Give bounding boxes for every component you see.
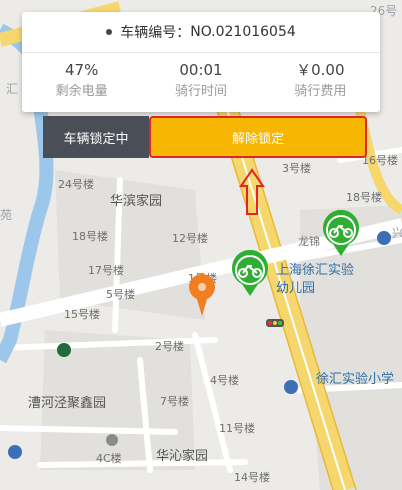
ride-time-value: 00:01: [179, 61, 223, 79]
user-location-pin: [189, 274, 215, 316]
ride-stats: 47% 剩余电量 00:01 骑行时间 ￥0.00 骑行费用: [22, 60, 380, 102]
map-label-huaqin: 华沁家园: [156, 449, 209, 464]
map-label-building-5: 5号楼: [106, 288, 135, 301]
map-label-kindergarten: 上海徐汇实验幼儿园: [276, 263, 355, 296]
ride-cost-label: 骑行费用: [294, 84, 347, 99]
map-label-building-14: 14号楼: [234, 471, 270, 484]
ride-time-label: 骑行时间: [174, 84, 227, 99]
battery-value: 47%: [64, 61, 99, 79]
bike-marker[interactable]: [228, 250, 272, 298]
bullet-icon: [106, 29, 113, 35]
map-label-building-24: 24号楼: [58, 178, 94, 191]
map-label-building-4: 4号楼: [210, 374, 239, 387]
map-label-building-16: 16号楼: [362, 154, 398, 167]
bike-id-prefix: 车辆编号：: [120, 25, 191, 41]
ride-cost-value: ￥0.00: [296, 61, 345, 79]
map-label-building-11: 11号楼: [219, 422, 255, 435]
map-label-road: 龙锦: [298, 235, 320, 248]
up-arrow-icon: [239, 168, 265, 215]
map-label-building-18-right: 18号楼: [346, 191, 382, 204]
bike-id-row: 车辆编号： NO.021016054: [22, 12, 380, 53]
lock-bar: 车辆锁定中 解除锁定: [43, 116, 367, 158]
map-label-edge-gui: 汇: [6, 82, 19, 96]
map-label-primary-school: 徐汇实验小学: [316, 372, 395, 387]
battery-stat: 47% 剩余电量: [22, 60, 141, 102]
map-label-edge-xing: 兴: [392, 226, 402, 240]
map-label-building-15: 15号楼: [64, 308, 100, 321]
lock-status-label: 车辆锁定中: [43, 116, 149, 158]
map-label-caohe: 漕河泾聚鑫园: [28, 396, 107, 411]
map-label-edge-yuan: 苑: [0, 208, 13, 222]
map-label-building-12: 12号楼: [172, 232, 208, 245]
map-label-building-4c: 4C楼: [96, 452, 122, 465]
map-label-building-7: 7号楼: [160, 395, 189, 408]
map-label-building-3: 3号楼: [282, 162, 311, 175]
bike-info-card: 车辆编号： NO.021016054 47% 剩余电量 00:01 骑行时间 ￥…: [22, 12, 380, 112]
bike-marker[interactable]: [319, 210, 363, 258]
map-label-building-18: 18号楼: [72, 230, 108, 243]
ride-cost-stat: ￥0.00 骑行费用: [261, 60, 380, 102]
map-label-huabin: 华滨家园: [110, 194, 163, 209]
bike-id-value: NO.021016054: [190, 24, 296, 40]
ride-time-stat: 00:01 骑行时间: [141, 60, 260, 102]
map-label-building-17: 17号楼: [88, 264, 124, 277]
map-label-building-2: 2号楼: [155, 340, 184, 353]
battery-label: 剩余电量: [55, 84, 108, 99]
unlock-button[interactable]: 解除锁定: [149, 116, 367, 158]
